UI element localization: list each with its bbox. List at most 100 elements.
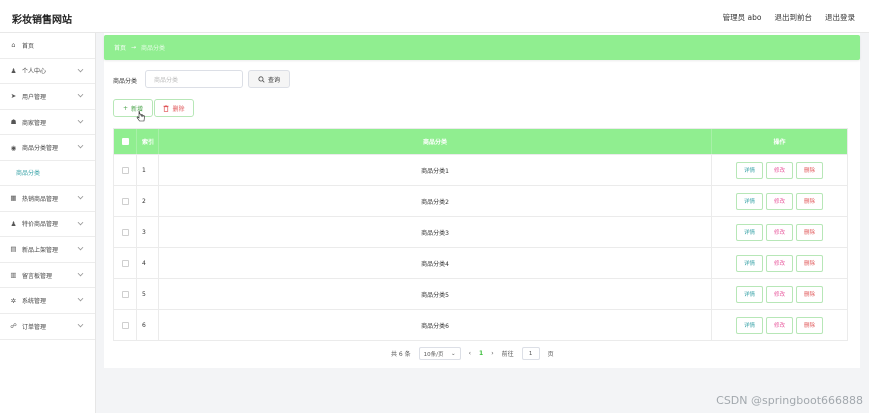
table-row: 4 商品分类4 详情 修改 删除 [114, 247, 847, 278]
sidebar-item-label: 新品上架管理 [22, 246, 59, 254]
sidebar-item[interactable]: ✲ 系统管理 [0, 288, 95, 314]
sidebar-item[interactable]: ➤ 用户管理 [0, 84, 95, 110]
breadcrumb-current: 商品分类 [141, 45, 166, 52]
delete-button[interactable]: 删除 [796, 161, 823, 179]
trash-icon: ▦ [10, 194, 17, 203]
row-index: 1 [137, 155, 159, 185]
batch-delete-label: 删除 [172, 105, 185, 113]
chevron-down-icon [77, 66, 84, 72]
table-header: 索引 商品分类 操作 [114, 129, 847, 154]
chevron-down-icon [77, 219, 84, 225]
row-actions: 详情 修改 删除 [712, 279, 847, 309]
chevron-down-icon [77, 91, 84, 98]
pagination: 共 6 条 10条/页 ⌄ ‹ 1 › 前往 1 页 [391, 347, 554, 360]
row-checkbox[interactable] [121, 197, 129, 205]
search-button[interactable]: 查询 [248, 70, 290, 88]
table-row: 1 商品分类1 详情 修改 删除 [114, 154, 847, 185]
chevron-down-icon: ⌄ [451, 350, 456, 357]
detail-button[interactable]: 详情 [736, 161, 763, 179]
sidebar-item[interactable]: ♟ 特价商品管理 [0, 212, 95, 238]
edit-button[interactable]: 修改 [766, 316, 793, 334]
sidebar-item[interactable]: ☍ 订单管理 [0, 314, 95, 340]
sidebar-item-label: 商品分类管理 [22, 145, 59, 153]
add-button[interactable]: + 新增 [113, 99, 153, 117]
send-icon: ➤ [10, 92, 17, 101]
sidebar-item-label: 用户管理 [22, 93, 47, 101]
plus-icon: + [122, 104, 128, 112]
detail-button[interactable]: 详情 [736, 316, 763, 334]
edit-button[interactable]: 修改 [766, 192, 793, 210]
search-icon [258, 75, 265, 83]
goto-label: 前往 [501, 351, 514, 358]
logout-link[interactable]: 退出登录 [825, 12, 855, 23]
sidebar-subitem-category[interactable]: 商品分类 [0, 161, 95, 186]
chevron-down-icon [77, 244, 84, 251]
pagination-total: 共 6 条 [391, 351, 411, 358]
main-panel: 首页 → 商品分类 商品分类 商品分类 查询 + 新增 删除 索引 商品分类 操… [104, 33, 860, 368]
sidebar-item-label: 个人中心 [22, 68, 47, 76]
sidebar-item[interactable]: ⌂ 首页 [0, 33, 95, 59]
row-category-name: 商品分类4 [159, 248, 712, 278]
detail-button[interactable]: 详情 [736, 223, 763, 241]
detail-button[interactable]: 详情 [736, 285, 763, 303]
sidebar-item[interactable]: ◉ 商品分类管理 [0, 135, 95, 161]
chevron-down-icon [77, 143, 84, 149]
header-name: 商品分类 [159, 129, 712, 154]
exit-to-front-link[interactable]: 退出到前台 [775, 12, 813, 23]
goto-page-input[interactable]: 1 [521, 347, 540, 360]
sidebar-item-label: 首页 [22, 42, 35, 50]
row-actions: 详情 修改 删除 [712, 217, 847, 247]
next-page-button[interactable]: › [491, 350, 493, 357]
sidebar-item[interactable]: ▦ 热销商品管理 [0, 186, 95, 212]
sidebar-item[interactable]: ▥ 留言板管理 [0, 263, 95, 289]
table-row: 2 商品分类2 详情 修改 删除 [114, 185, 847, 216]
edit-button[interactable]: 修改 [766, 161, 793, 179]
row-actions: 详情 修改 删除 [712, 248, 847, 278]
shop-icon: ☗ [10, 118, 17, 127]
row-category-name: 商品分类5 [159, 279, 712, 309]
edit-button[interactable]: 修改 [766, 285, 793, 303]
document-icon: ▤ [10, 245, 17, 254]
breadcrumb-arrow-icon: → [131, 44, 137, 51]
detail-button[interactable]: 详情 [736, 254, 763, 272]
row-index: 2 [137, 186, 159, 216]
category-table: 索引 商品分类 操作 1 商品分类1 详情 修改 删除 2 商品分类2 详情 修改 删除 3 商品分类… [113, 128, 848, 341]
admin-label: 管理员 abo [722, 13, 762, 22]
row-checkbox[interactable] [121, 228, 129, 236]
row-index: 6 [137, 310, 159, 340]
table-row: 3 商品分类3 详情 修改 删除 [114, 216, 847, 247]
chevron-down-icon [77, 321, 84, 328]
delete-button[interactable]: 删除 [796, 192, 823, 210]
search-input[interactable]: 商品分类 [145, 70, 243, 88]
select-all-checkbox[interactable] [121, 138, 129, 145]
delete-button[interactable]: 删除 [796, 316, 823, 334]
edit-button[interactable]: 修改 [766, 223, 793, 241]
detail-button[interactable]: 详情 [736, 192, 763, 210]
row-category-name: 商品分类2 [159, 186, 712, 216]
sidebar-item[interactable]: ▤ 新品上架管理 [0, 237, 95, 263]
page-size-select[interactable]: 10条/页 ⌄ [418, 347, 461, 360]
chevron-down-icon [77, 193, 84, 200]
order-icon: ☍ [10, 322, 17, 331]
row-checkbox[interactable] [121, 321, 129, 329]
user-icon: ♟ [10, 66, 17, 75]
watermark: CSDN @springboot666888 [716, 394, 863, 407]
row-checkbox[interactable] [121, 290, 129, 298]
row-checkbox[interactable] [121, 259, 129, 267]
sidebar-item[interactable]: ☗ 商家管理 [0, 110, 95, 136]
table-row: 5 商品分类5 详情 修改 删除 [114, 278, 847, 309]
chevron-down-icon [77, 270, 84, 277]
chevron-down-icon [77, 117, 84, 124]
delete-button[interactable]: 删除 [796, 223, 823, 241]
sidebar-item[interactable]: ♟ 个人中心 [0, 59, 95, 85]
delete-button[interactable]: 删除 [796, 254, 823, 272]
delete-button[interactable]: 删除 [796, 285, 823, 303]
page-number-current[interactable]: 1 [479, 350, 483, 357]
sidebar-item-label: 特价商品管理 [22, 221, 59, 229]
prev-page-button[interactable]: ‹ [469, 350, 471, 357]
row-checkbox[interactable] [121, 166, 129, 174]
breadcrumb-home[interactable]: 首页 [114, 43, 126, 52]
edit-button[interactable]: 修改 [766, 254, 793, 272]
batch-delete-button[interactable]: 删除 [154, 99, 194, 117]
top-links: 管理员 abo 退出到前台 退出登录 [723, 12, 855, 23]
